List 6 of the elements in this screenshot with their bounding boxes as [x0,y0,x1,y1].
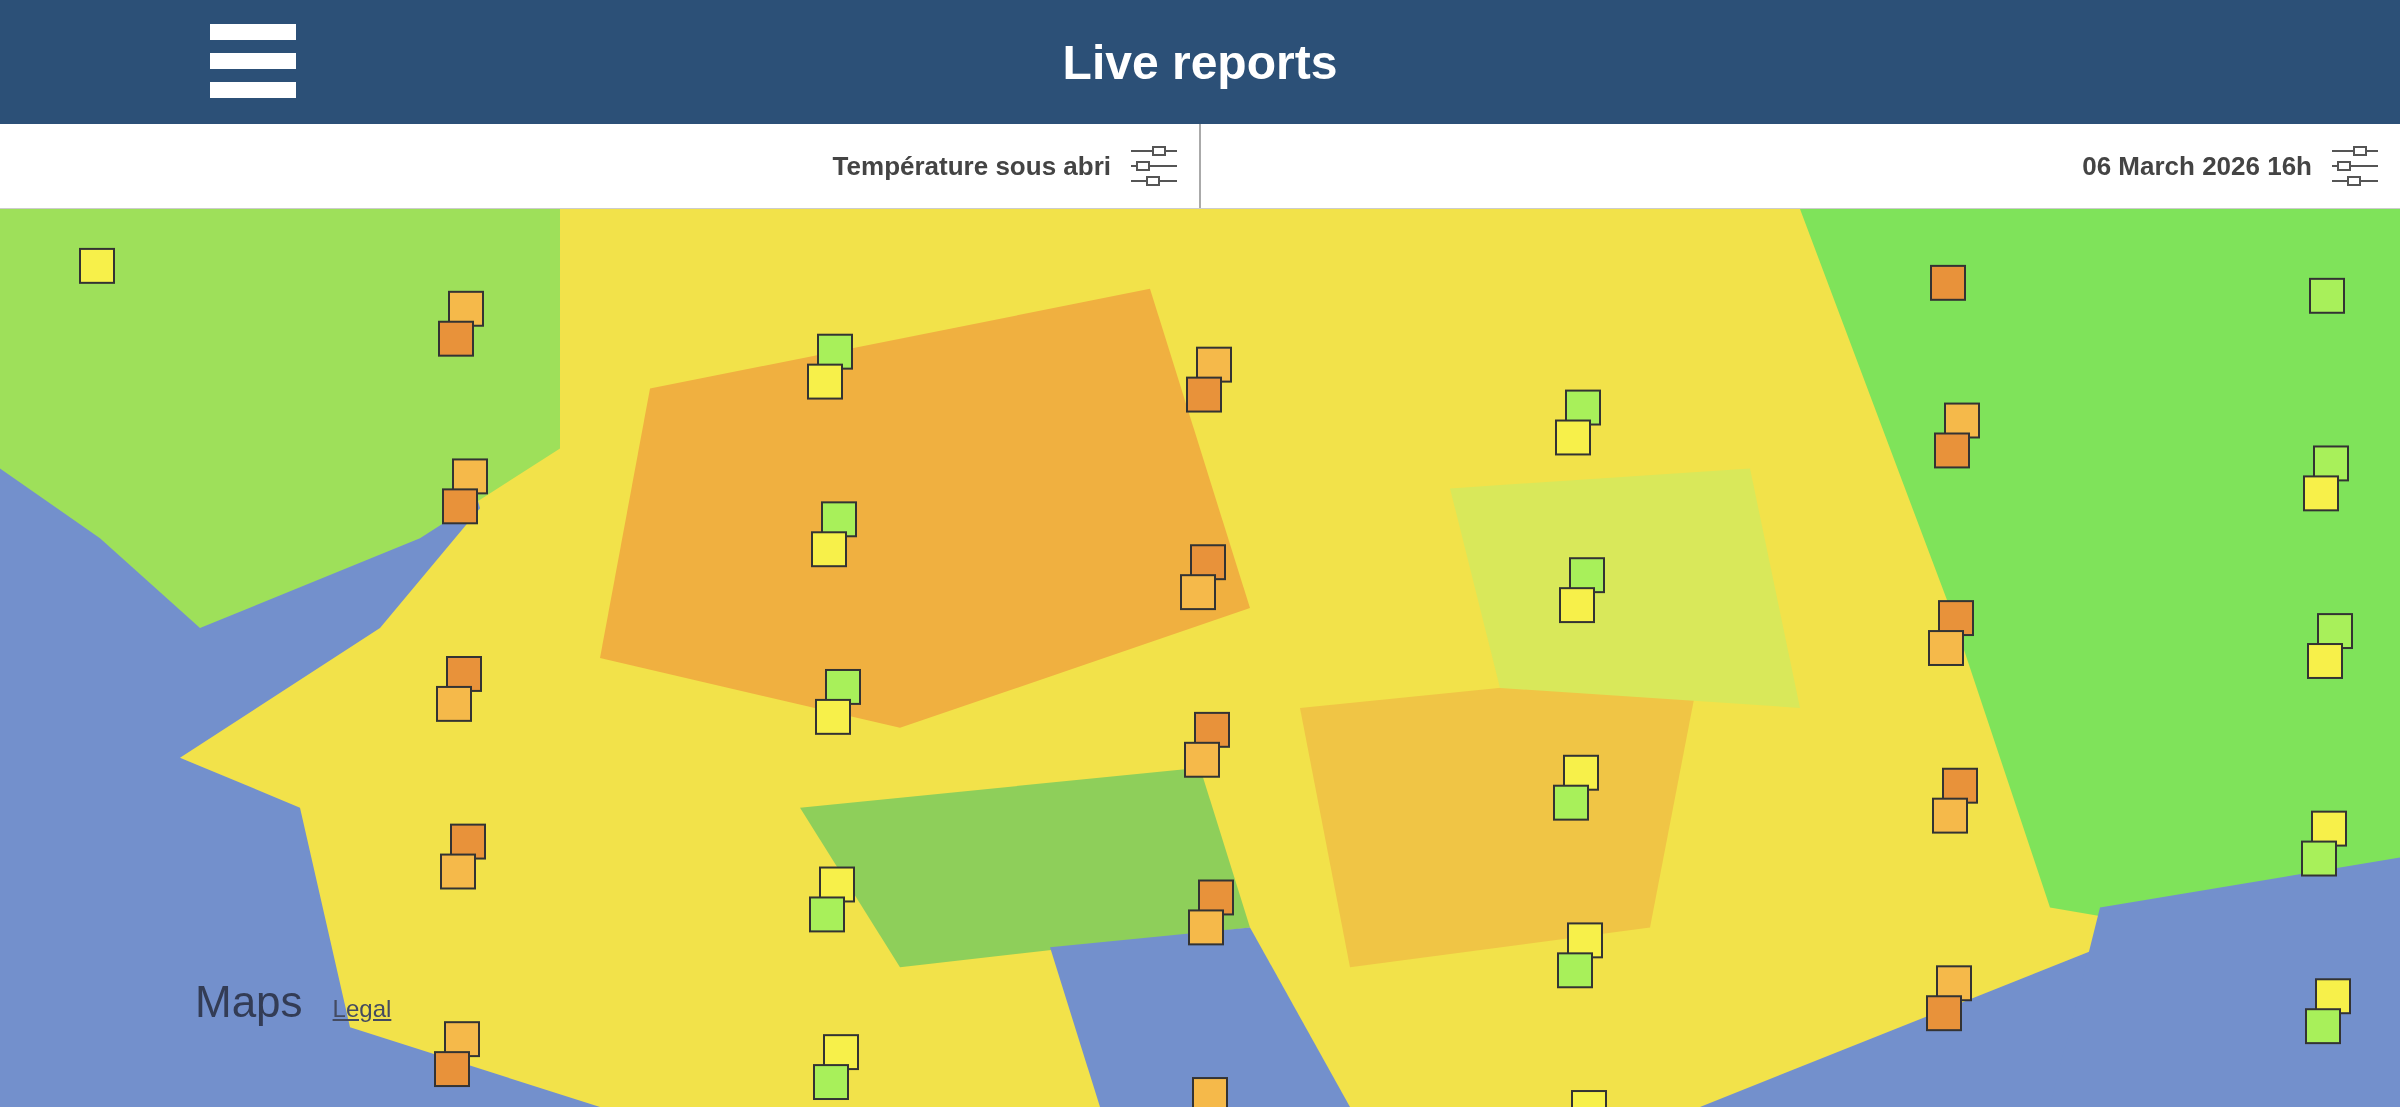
sliders-icon [1131,145,1177,187]
menu-icon[interactable] [210,24,296,98]
sliders-icon [2332,145,2378,187]
page-title: Live reports [1062,34,1338,90]
map-attribution: Maps [195,977,303,1027]
filter-selector[interactable]: Température sous abri [0,124,1199,208]
